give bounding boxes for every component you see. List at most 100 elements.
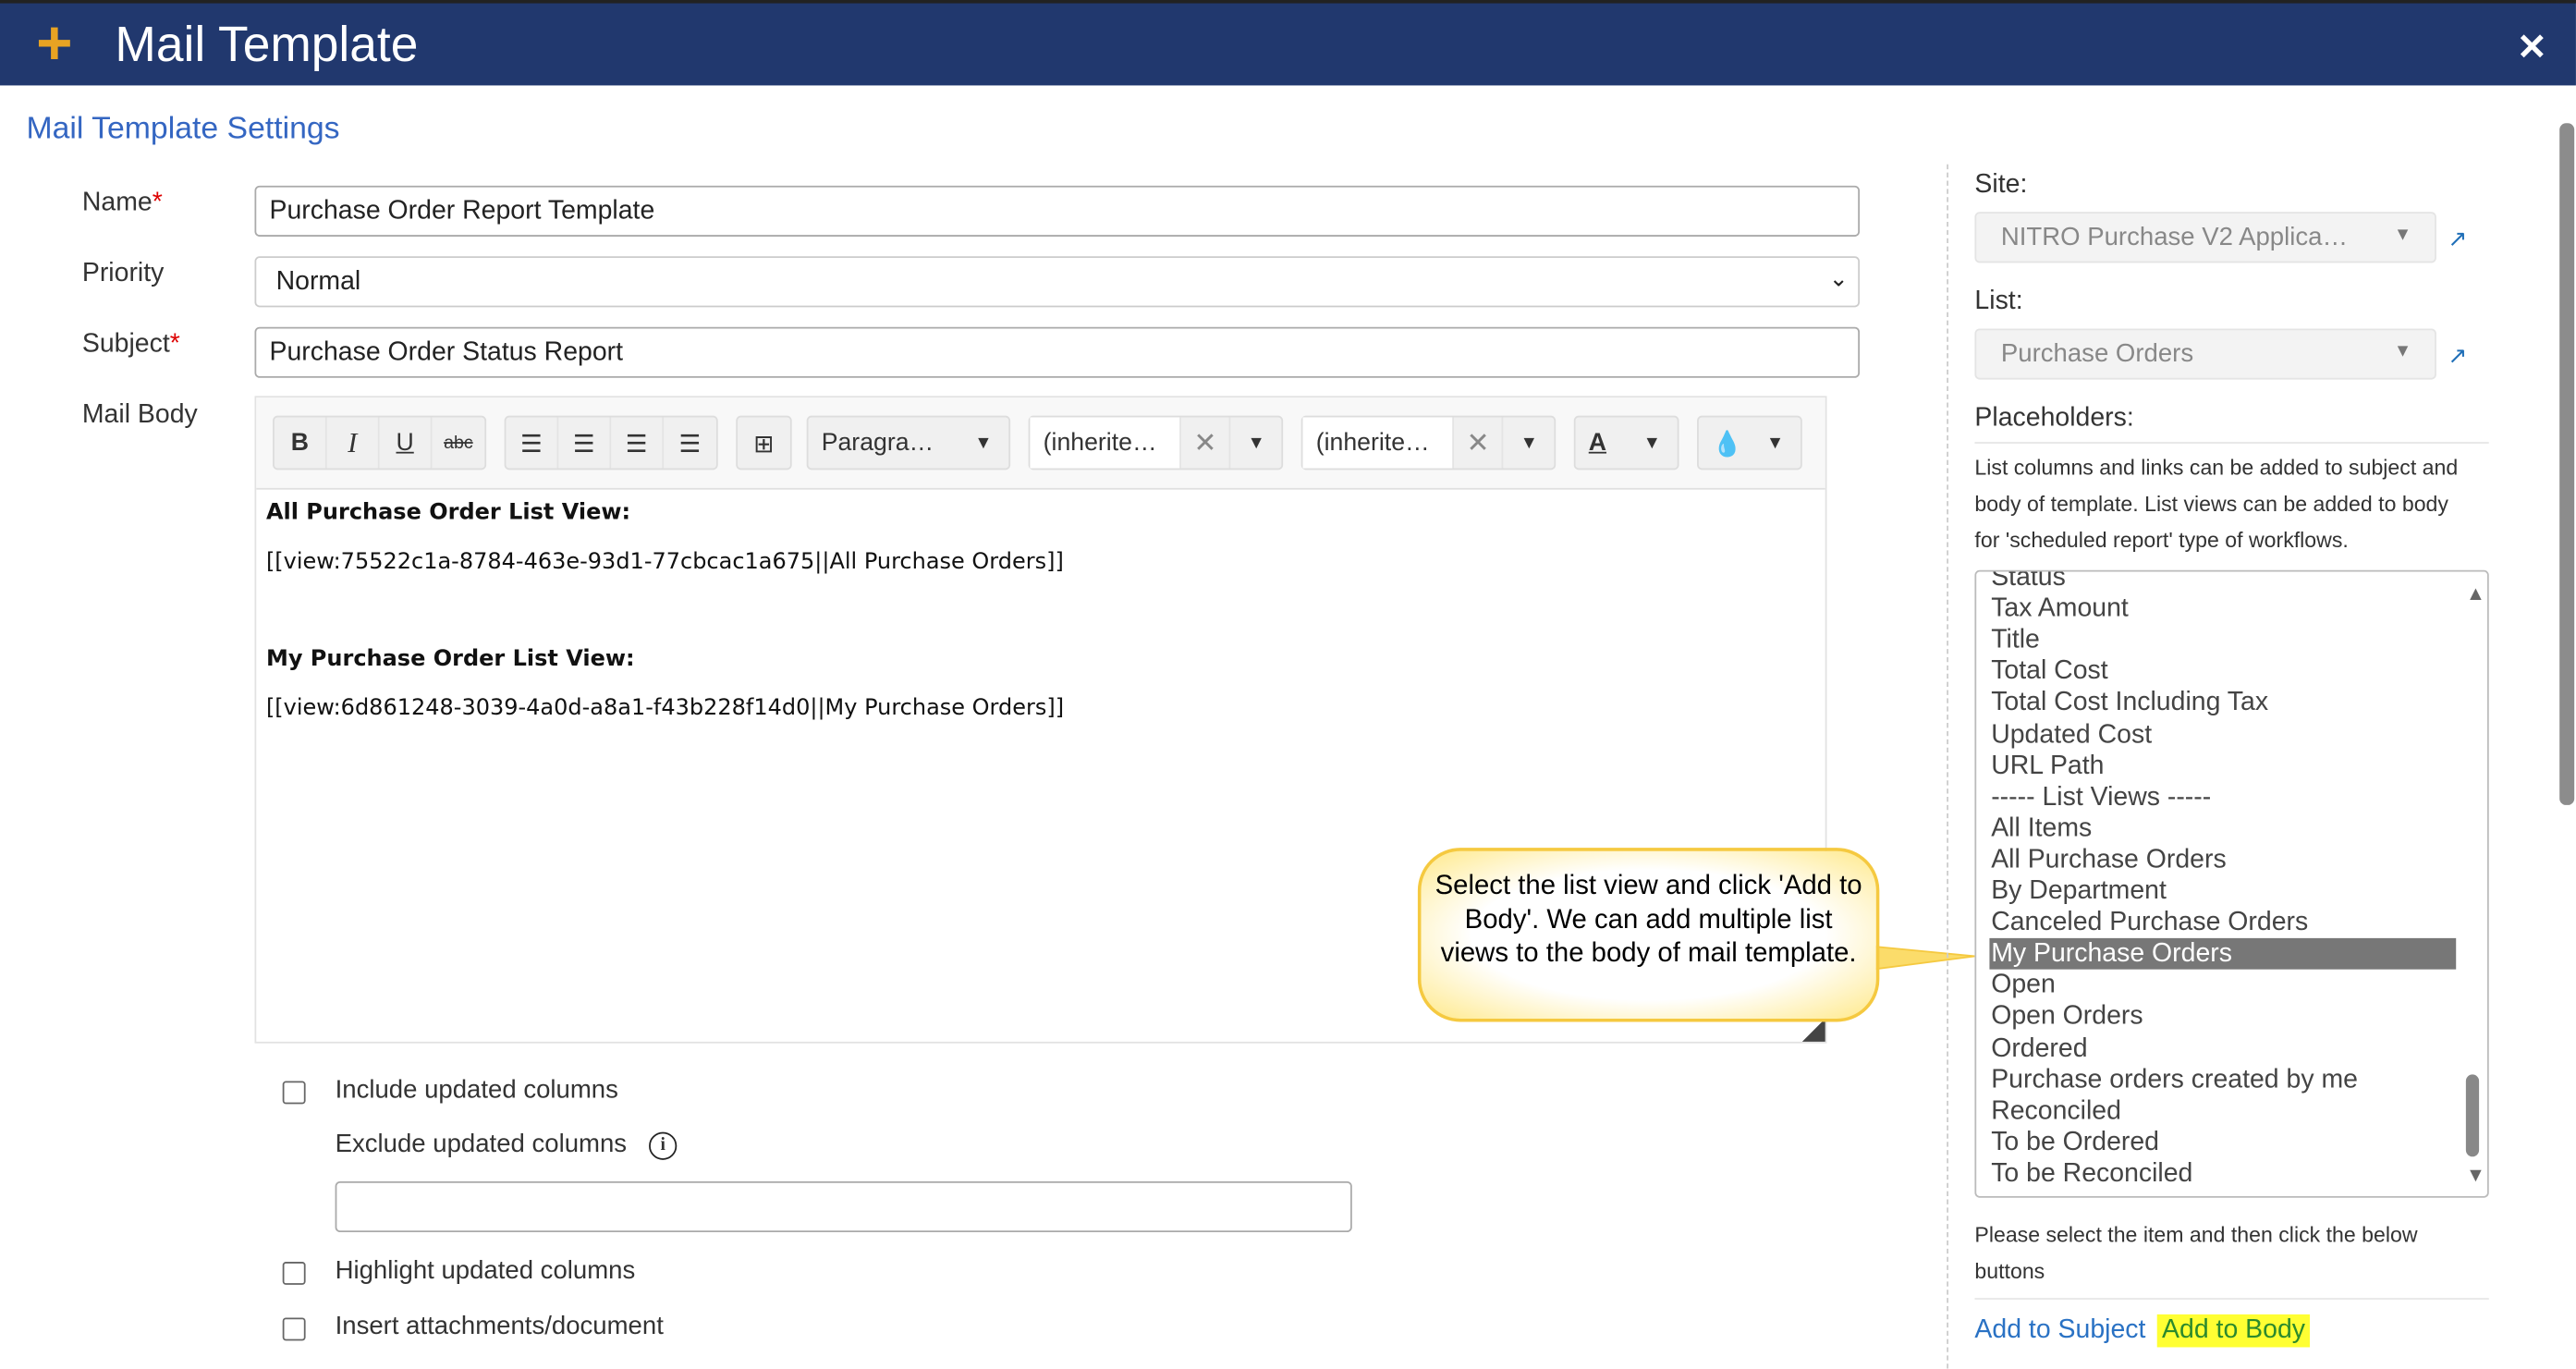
divider bbox=[1974, 442, 2489, 444]
placeholders-listbox[interactable]: To be Reconciled To be Ordered Reconciled P… bbox=[1974, 569, 2489, 1198]
listbox-scrollbar-thumb[interactable] bbox=[2465, 1074, 2480, 1157]
divider bbox=[1974, 1298, 2489, 1300]
align-right-icon[interactable]: ☰ bbox=[611, 417, 665, 469]
paragraph-format-dropdown[interactable]: Paragra… ▼ bbox=[806, 415, 1011, 471]
italic-button[interactable]: I bbox=[327, 417, 380, 469]
close-icon[interactable]: ✕ bbox=[2517, 26, 2547, 68]
placeholder-option[interactable]: Tax Amount bbox=[1989, 593, 2456, 625]
priority-value: Normal bbox=[275, 267, 361, 296]
table-group: ⊞ bbox=[736, 415, 792, 471]
selection-note: Please select the item and then click th… bbox=[1974, 1222, 2418, 1284]
placeholder-option[interactable]: Ordered bbox=[1989, 1033, 2456, 1064]
align-group: ☰ ☰ ☰ ☰ bbox=[504, 415, 718, 471]
placeholder-option[interactable]: Open bbox=[1989, 970, 2456, 1001]
include-updated-checkbox[interactable] bbox=[282, 1081, 306, 1105]
resize-handle[interactable] bbox=[1801, 1018, 1825, 1042]
body-line: [[view:6d861248-3039-4a0d-a8a1-f43b228f1… bbox=[265, 694, 1065, 722]
add-to-body-link[interactable]: Add to Body bbox=[2156, 1314, 2311, 1348]
clear-icon[interactable]: ✕ bbox=[1181, 417, 1232, 469]
justify-icon[interactable]: ☰ bbox=[664, 417, 716, 468]
list-select[interactable]: Purchase Orders ▼ bbox=[1974, 328, 2436, 380]
placeholders-help: List columns and links can be added to s… bbox=[1974, 455, 2459, 553]
placeholder-option[interactable]: Purchase orders created by me bbox=[1989, 1064, 2456, 1095]
font-size-value: (inherite… bbox=[1302, 417, 1454, 469]
name-input[interactable]: Purchase Order Report Template bbox=[254, 185, 1861, 237]
caret-down-icon: ▼ bbox=[1642, 433, 1661, 453]
font-size-dropdown[interactable]: (inherite… ✕ ▼ bbox=[1300, 415, 1557, 471]
panel-divider bbox=[1947, 164, 1948, 1369]
section-title: Mail Template Settings bbox=[26, 111, 340, 147]
format-group: B I U abc bbox=[273, 415, 487, 471]
placeholder-option[interactable]: URL Path bbox=[1989, 751, 2456, 782]
dialog-title: Mail Template bbox=[115, 18, 419, 73]
site-label: Site: bbox=[1974, 170, 2028, 200]
font-family-value: (inherite… bbox=[1030, 417, 1181, 469]
highlight-updated-label: Highlight updated columns bbox=[335, 1256, 636, 1285]
droplet-icon: 💧 bbox=[1712, 429, 1743, 458]
table-icon[interactable]: ⊞ bbox=[738, 417, 790, 468]
placeholder-option[interactable]: All Items bbox=[1989, 813, 2456, 844]
page-scrollbar-thumb[interactable] bbox=[2559, 123, 2575, 805]
body-heading: All Purchase Order List View: bbox=[265, 499, 631, 526]
caret-down-icon[interactable]: ▼ bbox=[1504, 417, 1554, 468]
scroll-up-icon[interactable]: ▲ bbox=[2466, 581, 2485, 605]
align-center-icon[interactable]: ☰ bbox=[558, 417, 612, 469]
caret-down-icon: ▼ bbox=[1765, 433, 1785, 453]
external-link-icon[interactable]: ↗ bbox=[2448, 342, 2467, 370]
list-label: List: bbox=[1974, 287, 2023, 316]
strikethrough-button[interactable]: abc bbox=[432, 417, 484, 468]
background-color-button[interactable]: 💧 ▼ bbox=[1697, 415, 1802, 471]
external-link-icon[interactable]: ↗ bbox=[2448, 226, 2467, 253]
placeholder-option[interactable]: Open Orders bbox=[1989, 1001, 2456, 1033]
placeholder-option[interactable]: Canceled Purchase Orders bbox=[1989, 907, 2456, 938]
placeholders-label: Placeholders: bbox=[1974, 404, 2134, 433]
callout-tooltip: Select the list view and click 'Add to B… bbox=[1417, 848, 1880, 1022]
exclude-updated-label: Exclude updated columns bbox=[335, 1130, 628, 1159]
site-select[interactable]: NITRO Purchase V2 Applica… ▼ bbox=[1974, 212, 2436, 263]
underline-button[interactable]: U bbox=[380, 417, 433, 469]
callout-pointer bbox=[1873, 945, 1975, 971]
add-to-subject-link[interactable]: Add to Subject bbox=[1974, 1316, 2145, 1346]
placeholder-option[interactable]: To be Ordered bbox=[1989, 1127, 2456, 1158]
placeholder-option[interactable]: Total Cost bbox=[1989, 656, 2456, 688]
placeholder-option[interactable]: To be Reconciled bbox=[1989, 1158, 2456, 1190]
chevron-down-icon: ⌄ bbox=[1828, 264, 1849, 291]
font-family-dropdown[interactable]: (inherite… ✕ ▼ bbox=[1028, 415, 1284, 471]
plus-icon: + bbox=[36, 9, 73, 79]
caret-down-icon[interactable]: ▼ bbox=[1231, 417, 1281, 468]
scroll-down-icon[interactable]: ▼ bbox=[2466, 1163, 2485, 1186]
text-color-button[interactable]: A ▼ bbox=[1573, 415, 1679, 471]
placeholder-option[interactable]: Total Cost Including Tax bbox=[1989, 688, 2456, 719]
priority-label: Priority bbox=[81, 259, 165, 288]
caret-down-icon: ▼ bbox=[2393, 225, 2412, 245]
subject-label: Subject* bbox=[81, 330, 180, 359]
caret-down-icon: ▼ bbox=[2393, 341, 2412, 362]
include-updated-label: Include updated columns bbox=[335, 1076, 618, 1105]
info-icon[interactable]: i bbox=[649, 1131, 678, 1160]
caret-down-icon: ▼ bbox=[974, 433, 993, 453]
placeholder-option[interactable]: Reconciled bbox=[1989, 1095, 2456, 1127]
align-left-icon[interactable]: ☰ bbox=[506, 417, 559, 469]
placeholder-option[interactable]: Status bbox=[1989, 572, 2456, 593]
insert-attachments-checkbox[interactable] bbox=[282, 1317, 306, 1341]
mail-body-label: Mail Body bbox=[81, 400, 198, 429]
body-heading: My Purchase Order List View: bbox=[265, 645, 635, 672]
placeholder-option[interactable]: Updated Cost bbox=[1989, 719, 2456, 751]
bold-button[interactable]: B bbox=[275, 417, 327, 469]
text-color-icon: A bbox=[1588, 428, 1607, 458]
placeholder-option[interactable]: ----- List Views ----- bbox=[1989, 781, 2456, 813]
clear-icon[interactable]: ✕ bbox=[1454, 417, 1505, 469]
editor-toolbar: B I U abc ☰ ☰ ☰ ☰ ⊞ Paragra… ▼ (inherite…… bbox=[256, 397, 1825, 490]
name-label: Name* bbox=[81, 189, 163, 217]
subject-input[interactable]: Purchase Order Status Report bbox=[254, 326, 1861, 378]
placeholder-option[interactable]: By Department bbox=[1989, 875, 2456, 907]
body-line: [[view:75522c1a-8784-463e-93d1-77cbcac1a… bbox=[265, 548, 1064, 576]
exclude-updated-input[interactable] bbox=[335, 1180, 1352, 1233]
placeholder-option[interactable]: My Purchase Orders bbox=[1989, 938, 2457, 970]
placeholder-option[interactable]: Title bbox=[1989, 625, 2456, 656]
insert-attachments-label: Insert attachments/document bbox=[335, 1313, 664, 1341]
placeholder-option[interactable]: All Purchase Orders bbox=[1989, 844, 2456, 875]
highlight-updated-checkbox[interactable] bbox=[282, 1262, 306, 1285]
dialog-header: + Mail Template ✕ bbox=[0, 0, 2576, 86]
priority-select[interactable]: Normal ⌄ bbox=[254, 256, 1861, 308]
